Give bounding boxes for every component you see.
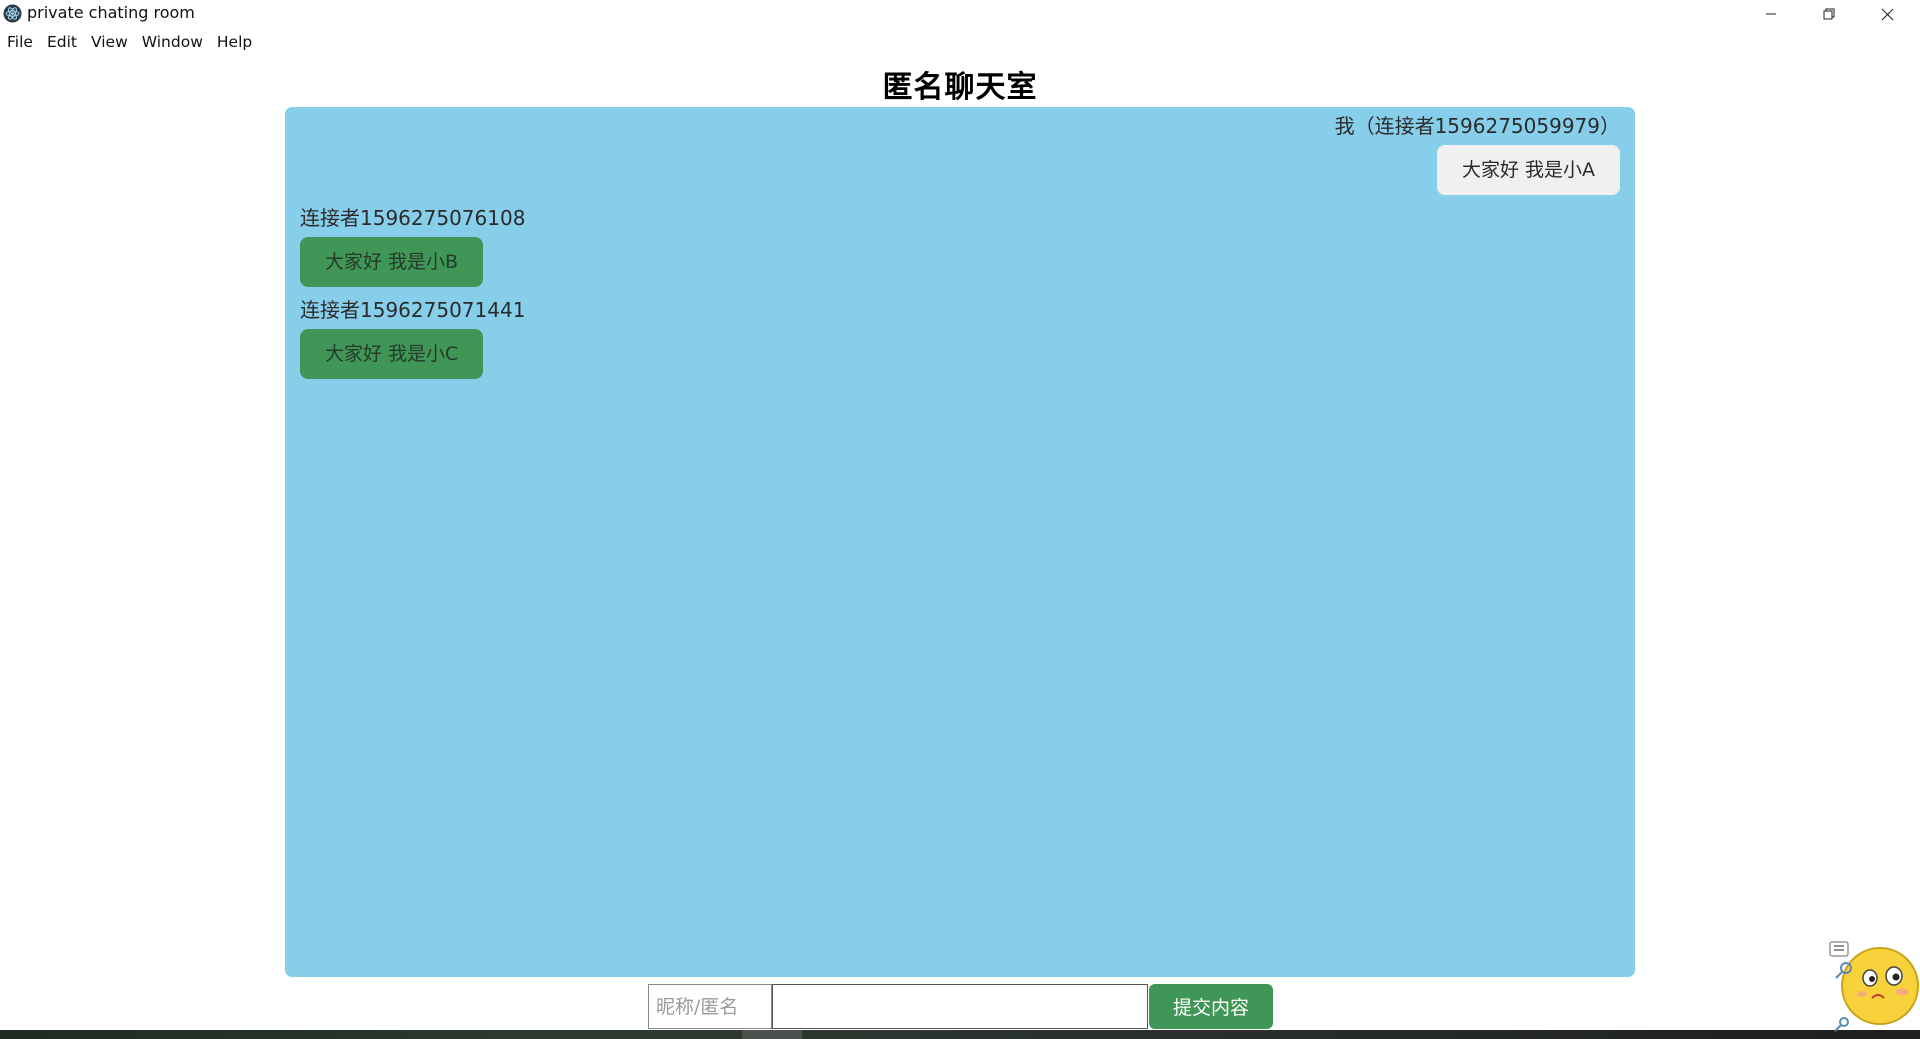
chat-message-panel[interactable]: 我（连接者1596275059979） 大家好 我是小A 连接者15962750… bbox=[285, 107, 1635, 977]
menu-bar: File Edit View Window Help bbox=[0, 30, 259, 54]
menu-edit[interactable]: Edit bbox=[40, 30, 84, 54]
restore-button[interactable] bbox=[1800, 0, 1858, 28]
electron-atom-icon bbox=[3, 4, 22, 23]
taskbar-edge bbox=[0, 1030, 1920, 1039]
message-sender: 我（连接者1596275059979） bbox=[1334, 114, 1620, 138]
page-title: 匿名聊天室 bbox=[882, 70, 1038, 105]
message-item: 连接者1596275076108 大家好 我是小B bbox=[300, 205, 525, 287]
restore-icon bbox=[1823, 8, 1835, 20]
menu-help[interactable]: Help bbox=[210, 30, 259, 54]
message-composer: 提交内容 bbox=[648, 984, 1273, 1029]
message-input[interactable] bbox=[772, 984, 1148, 1029]
close-icon bbox=[1881, 8, 1894, 21]
nickname-input[interactable] bbox=[648, 984, 772, 1029]
title-bar: private chating room bbox=[0, 0, 1920, 28]
menu-view[interactable]: View bbox=[84, 30, 135, 54]
app-window: private chating room File Edit View Wind… bbox=[0, 0, 1920, 1039]
message-bubble: 大家好 我是小C bbox=[300, 329, 484, 379]
close-button[interactable] bbox=[1858, 0, 1916, 28]
message-bubble: 大家好 我是小A bbox=[1436, 145, 1620, 195]
message-item: 连接者1596275071441 大家好 我是小C bbox=[300, 297, 525, 379]
message-sender: 连接者1596275076108 bbox=[300, 206, 526, 230]
minimize-button[interactable] bbox=[1742, 0, 1800, 28]
window-title: private chating room bbox=[27, 3, 195, 22]
menu-window[interactable]: Window bbox=[135, 30, 210, 54]
menu-file[interactable]: File bbox=[0, 30, 40, 54]
message-bubble: 大家好 我是小B bbox=[300, 237, 484, 287]
ime-mascot-icon[interactable] bbox=[1828, 938, 1920, 1034]
submit-button[interactable]: 提交内容 bbox=[1149, 984, 1273, 1029]
minimize-icon bbox=[1765, 8, 1777, 20]
taskbar-active-item bbox=[742, 1030, 802, 1039]
message-sender: 连接者1596275071441 bbox=[300, 298, 526, 322]
message-item-self: 我（连接者1596275059979） 大家好 我是小A bbox=[1335, 113, 1620, 195]
